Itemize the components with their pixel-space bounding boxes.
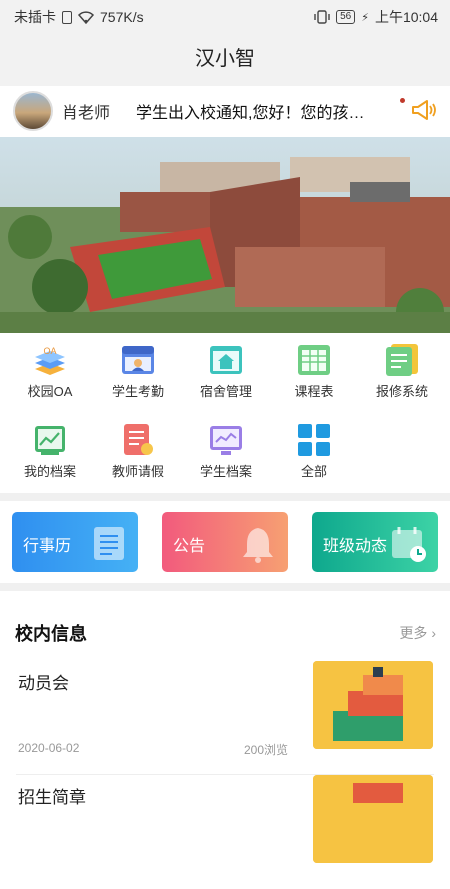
timetable-icon — [297, 343, 331, 377]
grid-item-my-file[interactable]: 我的档案 — [5, 413, 95, 493]
unread-dot — [400, 98, 405, 103]
grid-label-oa: 校园OA — [27, 384, 73, 399]
attendance-icon — [121, 343, 155, 377]
grid-item-student-file[interactable]: 学生档案 — [181, 413, 271, 493]
section-divider — [0, 583, 450, 591]
section-title: 校内信息 — [15, 624, 87, 644]
grid-item-timetable[interactable]: 课程表 — [269, 333, 359, 413]
news-item-title: 招生简章 — [18, 788, 86, 807]
status-bar: 未插卡 757K/s 56 ⚡ 上午10:04 — [0, 0, 450, 32]
my-file-chart-icon — [33, 423, 67, 457]
grid-label-my-file: 我的档案 — [23, 464, 76, 479]
grid-label-timetable: 课程表 — [294, 384, 334, 399]
grid-item-repair[interactable]: 报修系统 — [357, 333, 447, 413]
all-apps-icon — [297, 423, 331, 457]
charging-icon: ⚡ — [361, 11, 369, 24]
carrier-label: 未插卡 — [14, 9, 56, 25]
grid-item-all[interactable]: 全部 — [269, 413, 359, 493]
oa-stack-icon: OA — [33, 343, 67, 377]
campus-news-header: 校内信息 更多 › — [0, 591, 450, 651]
news-item-views: 200浏览 — [244, 743, 289, 757]
quick-cards: 行事历 公告 班级动态 — [0, 501, 450, 583]
list-item[interactable]: 招生简章 — [0, 775, 450, 889]
calendar-clock-icon — [392, 527, 426, 562]
notice-text[interactable]: 学生出入校通知,您好！您的孩… — [136, 99, 372, 123]
news-item-date: 2020-06-02 — [18, 741, 80, 755]
calendar-card-label: 行事历 — [23, 538, 72, 555]
section-divider — [0, 493, 450, 501]
dormitory-icon — [209, 343, 243, 377]
bell-icon — [243, 528, 273, 563]
grid-label-all: 全部 — [300, 464, 327, 479]
grid-label-student-file: 学生档案 — [199, 464, 252, 479]
notice-bar[interactable]: 肖老师 学生出入校通知,您好！您的孩… — [0, 86, 450, 136]
megaphone-icon[interactable] — [410, 98, 438, 122]
more-link[interactable]: 更多 › — [399, 623, 436, 643]
network-speed: 757K/s — [100, 9, 144, 25]
news-thumbnail-image — [313, 775, 433, 863]
class-news-card-label: 班级动态 — [323, 538, 388, 555]
repair-icon — [385, 343, 419, 377]
news-thumbnail-image — [313, 661, 433, 749]
calendar-card[interactable]: 行事历 — [12, 512, 138, 572]
leave-icon — [121, 423, 155, 457]
announcement-card[interactable]: 公告 — [162, 512, 288, 572]
student-file-icon — [209, 423, 243, 457]
app-title: 汉小智 — [0, 32, 450, 86]
grid-label-attendance: 学生考勤 — [111, 384, 164, 399]
announcement-card-label: 公告 — [173, 538, 206, 555]
vibrate-icon — [314, 10, 330, 24]
function-grid: OA 校园OA 学生考勤 宿舍管理 课程表 报修系统 我的档案 教师请假 学生档… — [0, 333, 450, 493]
list-item[interactable]: 动员会 2020-06-02 200浏览 — [0, 661, 450, 775]
grid-item-dormitory[interactable]: 宿舍管理 — [181, 333, 271, 413]
grid-label-dormitory: 宿舍管理 — [199, 384, 252, 399]
campus-banner-image[interactable] — [0, 137, 450, 333]
wifi-icon — [78, 10, 94, 24]
document-list-icon — [94, 527, 124, 560]
battery-indicator: 56 — [336, 10, 356, 24]
teacher-avatar[interactable] — [13, 91, 53, 131]
class-news-card[interactable]: 班级动态 — [312, 512, 438, 572]
sim-card-icon — [62, 10, 72, 24]
grid-item-attendance[interactable]: 学生考勤 — [93, 333, 183, 413]
grid-label-repair: 报修系统 — [375, 384, 428, 399]
teacher-name: 肖老师 — [62, 105, 111, 122]
clock: 上午10:04 — [374, 9, 438, 25]
grid-item-leave[interactable]: 教师请假 — [93, 413, 183, 493]
grid-label-leave: 教师请假 — [111, 464, 164, 479]
grid-item-oa[interactable]: OA 校园OA — [5, 333, 95, 413]
oa-badge-text: OA — [43, 346, 56, 356]
news-item-title: 动员会 — [18, 674, 69, 693]
